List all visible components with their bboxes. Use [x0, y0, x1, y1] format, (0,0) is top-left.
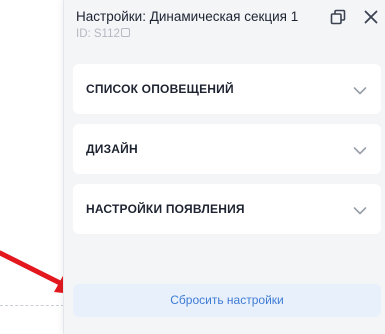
section-design[interactable]: ДИЗАЙН: [73, 124, 381, 174]
chevron-down-icon: [353, 143, 367, 155]
settings-panel: Настройки: Динамическая секция 1 ID: S11…: [63, 0, 385, 334]
section-label: НАСТРОЙКИ ПОЯВЛЕНИЯ: [86, 202, 245, 216]
section-label: СПИСОК ОПОВЕЩЕНИЙ: [86, 82, 234, 96]
reset-settings-label: Сбросить настройки: [170, 293, 284, 307]
chevron-down-icon: [353, 203, 367, 215]
detach-window-button[interactable]: [329, 8, 347, 26]
detach-window-icon: [330, 9, 346, 25]
panel-header: Настройки: Динамическая секция 1 ID: S11…: [64, 0, 385, 50]
copy-icon[interactable]: [120, 28, 130, 37]
panel-id-label: ID: S112: [76, 28, 120, 40]
panel-title: Настройки: Динамическая секция 1: [76, 9, 299, 24]
reset-settings-button[interactable]: Сбросить настройки: [73, 284, 381, 317]
section-appearance-settings[interactable]: НАСТРОЙКИ ПОЯВЛЕНИЯ: [73, 184, 381, 234]
section-label: ДИЗАЙН: [86, 142, 138, 156]
chevron-down-icon: [353, 83, 367, 95]
section-notification-list[interactable]: СПИСОК ОПОВЕЩЕНИЙ: [73, 64, 381, 114]
close-icon: [364, 10, 378, 24]
close-button[interactable]: [362, 8, 380, 26]
panel-id: ID: S112: [76, 28, 130, 40]
